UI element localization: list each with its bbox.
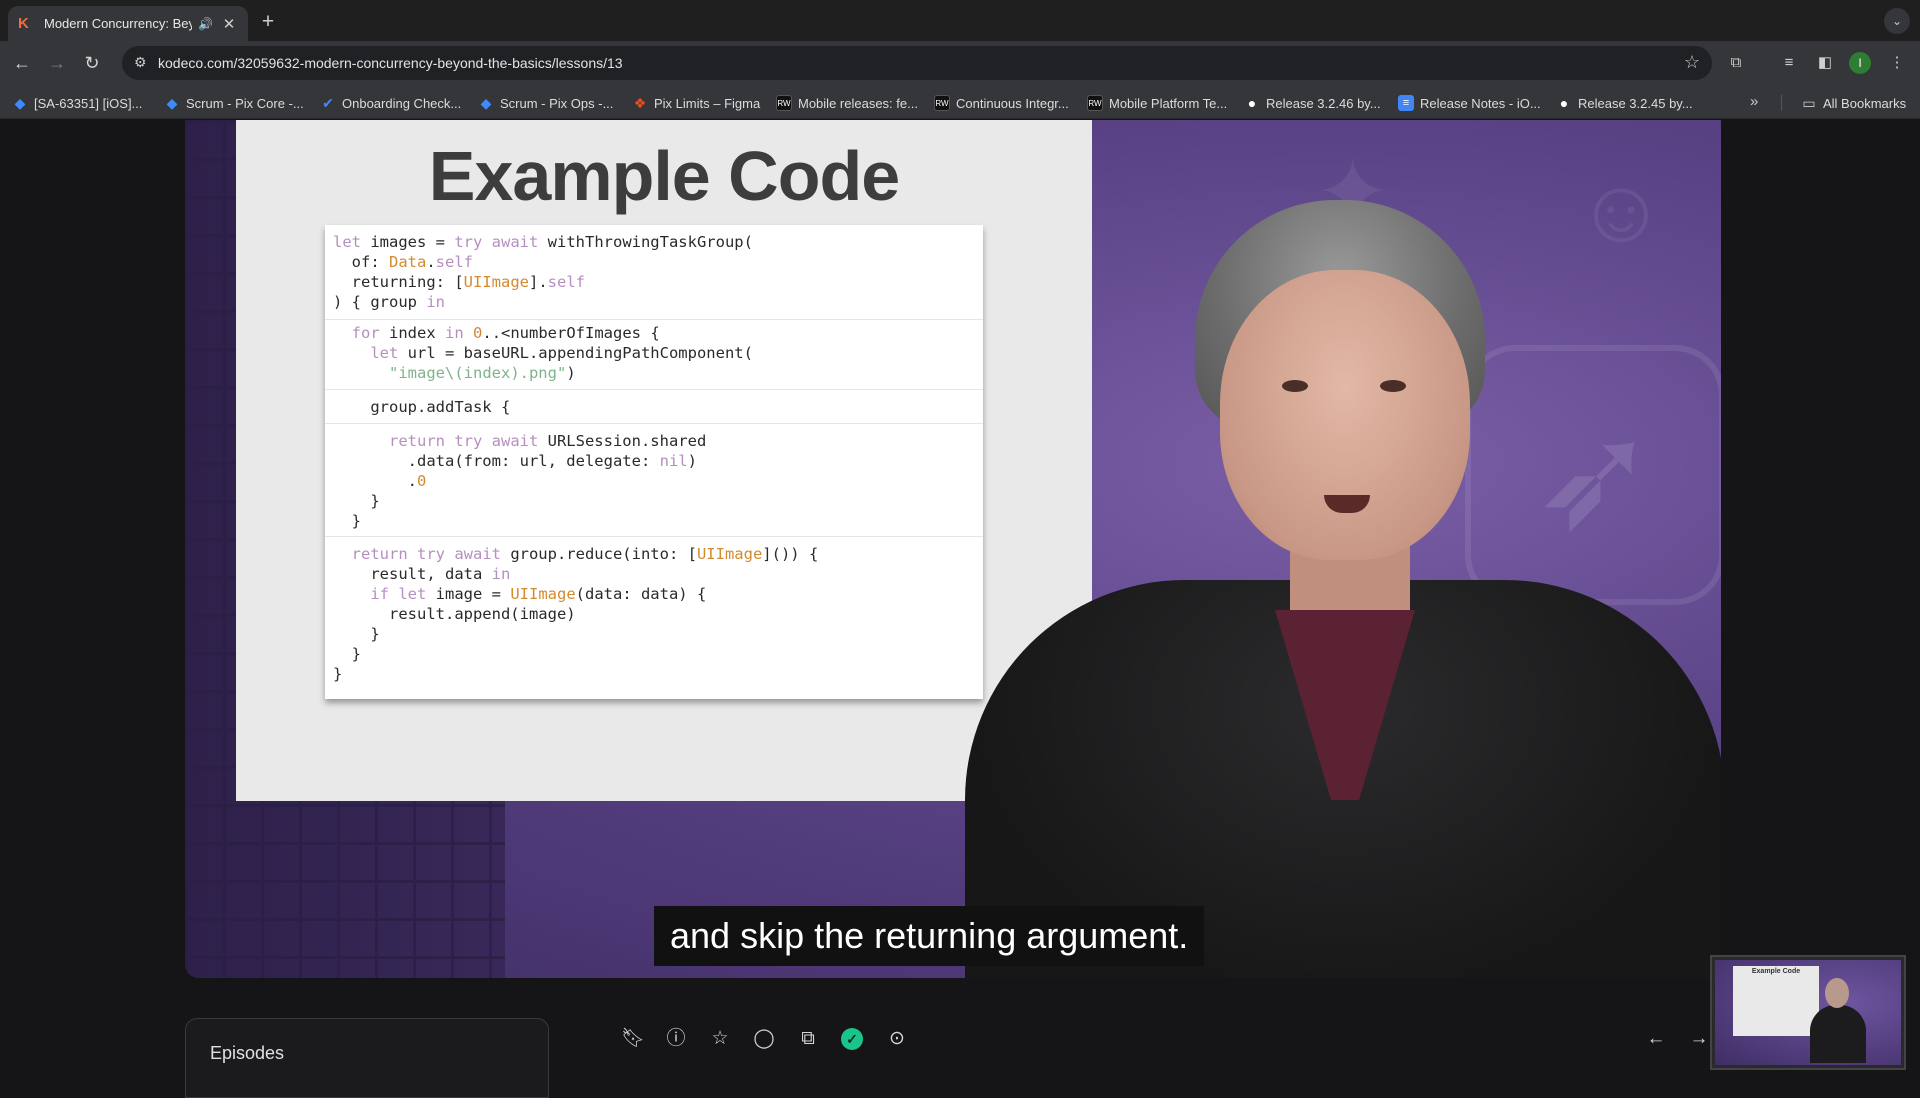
folder-icon: ▭: [1802, 95, 1816, 111]
code-line: "image\(index).png"): [389, 364, 576, 382]
pip-frame: Example Code: [1715, 960, 1901, 1065]
presenter-eye: [1380, 380, 1406, 392]
code-divider: [325, 423, 983, 424]
pip-slide: Example Code: [1733, 966, 1819, 1036]
github-icon[interactable]: ⊙: [883, 1025, 911, 1053]
code-line: result.append(image): [333, 605, 576, 623]
page-content: ✦ ☺ ✂ ➶ Example Code let images = try aw…: [0, 120, 1920, 1098]
tab-strip: K Modern Concurrency: Beyond the Basics …: [0, 0, 1920, 41]
code-line: }: [333, 665, 343, 683]
all-bookmarks-button[interactable]: ▭ All Bookmarks: [1801, 93, 1906, 113]
jira-icon: ◆: [480, 95, 492, 111]
rw-icon: RW: [934, 95, 950, 111]
comment-icon[interactable]: ◯: [750, 1025, 778, 1053]
info-icon[interactable]: ⓘ: [662, 1025, 690, 1053]
github-icon: ●: [1247, 95, 1257, 111]
next-episode-button[interactable]: →: [1685, 1025, 1713, 1053]
bookmark-item[interactable]: ◆ Scrum - Pix Ops -...: [478, 93, 614, 113]
code-block: let images = try await withThrowingTaskG…: [325, 225, 983, 699]
kodeco-favicon-icon: K: [18, 14, 29, 32]
bookmark-item[interactable]: RW Mobile releases: fe...: [776, 93, 918, 113]
code-line: .data(from: url, delegate: nil): [333, 452, 697, 470]
jira-icon: ◆: [14, 95, 26, 111]
code-divider: [325, 536, 983, 537]
site-info-icon[interactable]: ⚙: [134, 54, 147, 71]
bookmark-item[interactable]: ● Release 3.2.46 by...: [1244, 93, 1381, 113]
code-line: returning: [UIImage].self: [333, 273, 585, 291]
rw-icon: RW: [1087, 95, 1103, 111]
extensions-icon[interactable]: ⧉: [1725, 52, 1747, 74]
previous-episode-button[interactable]: ←: [1642, 1025, 1670, 1053]
bookmark-star-icon[interactable]: ☆: [1684, 52, 1700, 73]
bookmark-item[interactable]: ≡ Release Notes - iO...: [1398, 93, 1541, 113]
media-controls-icon[interactable]: ≡: [1778, 52, 1800, 74]
pip-presenter-body: [1810, 1005, 1866, 1063]
presenter-face: [1220, 270, 1470, 560]
browser-toolbar: ← → ↻ ⚙ kodeco.com/32059632-modern-concu…: [0, 41, 1920, 85]
code-line: result, data in: [333, 565, 511, 583]
code-line: return try await group.reduce(into: [UII…: [351, 545, 819, 563]
code-line: if let image = UIImage(data: data) {: [370, 585, 707, 603]
bookmark-item[interactable]: RW Mobile Platform Te...: [1087, 93, 1227, 113]
popout-icon[interactable]: ⧉: [794, 1025, 822, 1053]
code-line: ) { group in: [333, 293, 445, 311]
code-divider: [325, 389, 983, 390]
forward-icon[interactable]: →: [43, 49, 71, 77]
address-bar[interactable]: ⚙ kodeco.com/32059632-modern-concurrency…: [122, 46, 1712, 80]
bookmark-item[interactable]: ◆ [SA-63351] [iOS]...: [12, 93, 143, 113]
video-player[interactable]: ✦ ☺ ✂ ➶ Example Code let images = try aw…: [185, 120, 1721, 978]
code-line: for index in 0..<numberOfImages {: [351, 324, 660, 342]
picture-in-picture-thumbnail[interactable]: Example Code: [1710, 955, 1906, 1070]
jira-check-icon: ✔: [322, 95, 334, 111]
bookmarks-bar: ◆ [SA-63351] [iOS]... ◆ Scrum - Pix Core -…: [0, 85, 1920, 119]
audio-playing-icon[interactable]: 🔊: [198, 17, 216, 31]
github-icon: ●: [1559, 95, 1569, 111]
tab-title: Modern Concurrency: Beyond the Basics: [44, 16, 192, 31]
doc-icon: ≡: [1398, 95, 1414, 111]
code-line: }: [333, 512, 361, 530]
code-line: let images = try await withThrowingTaskG…: [333, 233, 753, 251]
code-line: }: [333, 645, 361, 663]
jira-icon: ◆: [166, 95, 178, 111]
presenter-mouth: [1324, 495, 1370, 513]
code-line: .0: [333, 472, 427, 490]
episodes-panel[interactable]: Episodes: [185, 1018, 549, 1098]
figma-icon: ❖: [633, 95, 647, 111]
presenter-video: [905, 200, 1721, 978]
profile-avatar[interactable]: I: [1849, 52, 1871, 74]
pip-presenter-head: [1825, 978, 1849, 1008]
bookmark-item[interactable]: ● Release 3.2.45 by...: [1556, 93, 1693, 113]
pip-slide-title: Example Code: [1751, 968, 1801, 975]
menu-icon[interactable]: ⋮: [1886, 52, 1908, 74]
side-panel-icon[interactable]: ◧: [1814, 52, 1836, 74]
bookmark-item[interactable]: ◆ Scrum - Pix Core -...: [164, 93, 304, 113]
code-line: }: [333, 492, 380, 510]
code-line: group.addTask {: [333, 398, 511, 416]
code-divider: [325, 319, 983, 320]
video-caption: and skip the returning argument.: [654, 906, 1205, 966]
code-line: }: [333, 625, 380, 643]
code-line: let url = baseURL.appendingPathComponent…: [370, 344, 753, 362]
bookmark-icon[interactable]: 🔖︎: [619, 1025, 647, 1053]
url-text[interactable]: kodeco.com/32059632-modern-concurrency-b…: [158, 55, 623, 71]
complete-icon[interactable]: ✓: [841, 1028, 863, 1050]
presenter-eye: [1282, 380, 1308, 392]
code-line: return try await URLSession.shared: [389, 432, 707, 450]
bookmark-item[interactable]: ✔ Onboarding Check...: [320, 93, 461, 113]
back-icon[interactable]: ←: [8, 49, 36, 77]
reload-icon[interactable]: ↻: [78, 49, 106, 77]
browser-tab-active[interactable]: K Modern Concurrency: Beyond the Basics …: [8, 6, 248, 41]
bookmarks-overflow-icon[interactable]: »: [1750, 93, 1758, 110]
bookmark-item[interactable]: RW Continuous Integr...: [934, 93, 1069, 113]
episodes-label: Episodes: [210, 1043, 285, 1063]
rw-icon: RW: [776, 95, 792, 111]
star-icon[interactable]: ☆: [706, 1025, 734, 1053]
new-tab-button[interactable]: +: [254, 8, 282, 36]
close-tab-icon[interactable]: ✕: [220, 15, 238, 33]
code-line: of: Data.self: [333, 253, 473, 271]
tab-search-icon[interactable]: ⌄: [1884, 8, 1910, 34]
bookmarks-divider: [1781, 95, 1782, 111]
bookmark-item[interactable]: ❖ Pix Limits – Figma: [632, 93, 760, 113]
